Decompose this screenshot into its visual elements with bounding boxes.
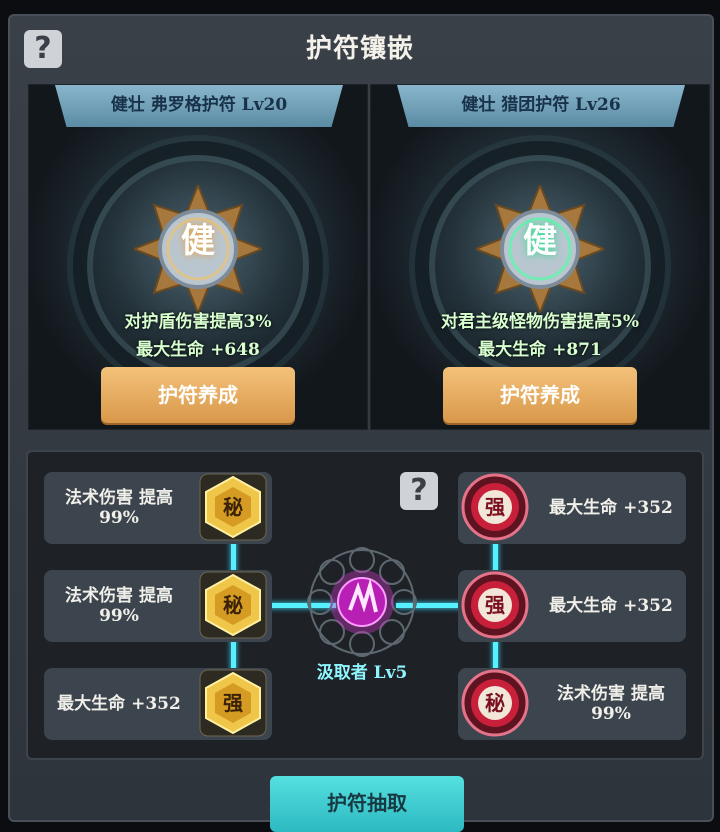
slot-stat-line1: 法术伤害 提高 <box>65 488 173 508</box>
slot-stat-line2: 99% <box>99 606 139 626</box>
amulet-draw-button[interactable]: 护符抽取 <box>270 776 464 832</box>
gem-label: 秘 <box>223 495 243 519</box>
amulet-glyph: 健 <box>523 221 557 261</box>
red-orb-gem-icon[interactable]: 秘 <box>460 668 530 738</box>
amulet-card-title: 健壮 弗罗格护符 Lv20 <box>55 85 343 127</box>
amulet-upgrade-button[interactable]: 护符养成 <box>443 367 637 423</box>
gold-hex-gem-icon[interactable]: 秘 <box>198 570 268 640</box>
slot-stat-line1: 法术伤害 提高 <box>557 684 665 704</box>
amulet-stat: 最大生命 +648 <box>136 340 260 360</box>
gem-label: 秘 <box>223 593 243 617</box>
amulet-glyph: 健 <box>181 221 215 261</box>
slot-stat-line2: 99% <box>99 508 139 528</box>
amulet-stat: 最大生命 +871 <box>478 340 602 360</box>
red-orb-gem-icon[interactable]: 强 <box>460 472 530 542</box>
gem-label: 秘 <box>485 691 505 715</box>
amulet-card-2: 健 健壮 猎团护符 Lv26 对君主级怪物伤害提高5% 最大生命 +871 护符… <box>370 84 710 430</box>
slot-stat: 最大生命 +352 <box>549 498 673 518</box>
gem-label: 强 <box>485 593 505 617</box>
center-amulet-label: 汲取者 Lv5 <box>316 663 408 683</box>
amulet-effect: 对君主级怪物伤害提高5% <box>441 312 639 332</box>
center-orb-icon[interactable] <box>300 540 424 664</box>
red-orb-gem-icon[interactable]: 强 <box>460 570 530 640</box>
slot-stat: 最大生命 +352 <box>549 596 673 616</box>
page-title: 护符镶嵌 <box>305 34 414 64</box>
slot-stat: 法术伤害 提高 99% <box>536 668 686 740</box>
amulet-effect: 对护盾伤害提高3% <box>124 312 272 332</box>
amulet-upgrade-button[interactable]: 护符养成 <box>101 367 295 423</box>
gold-hex-gem-icon[interactable]: 强 <box>198 668 268 738</box>
slot-stat-line1: 法术伤害 提高 <box>65 586 173 606</box>
amulet-card-1: 健 健壮 弗罗格护符 Lv20 对护盾伤害提高3% 最大生命 +648 护符养成 <box>28 84 368 430</box>
help-question-icon[interactable]: ? <box>400 472 438 510</box>
slot-stat: 法术伤害 提高 99% <box>44 472 194 544</box>
slot-stat-line2: 99% <box>591 704 631 724</box>
slot-stat: 法术伤害 提高 99% <box>44 570 194 642</box>
amulet-card-title: 健壮 猎团护符 Lv26 <box>397 85 685 127</box>
gem-label: 强 <box>485 495 505 519</box>
gem-label: 强 <box>223 691 243 715</box>
slot-stat: 最大生命 +352 <box>57 694 181 714</box>
gold-hex-gem-icon[interactable]: 秘 <box>198 472 268 542</box>
